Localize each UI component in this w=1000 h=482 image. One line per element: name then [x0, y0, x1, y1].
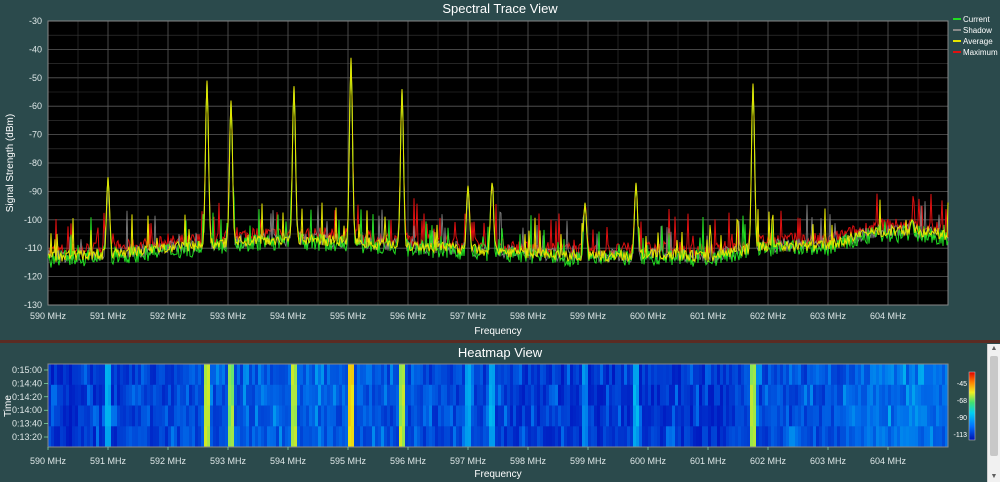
- time-tick-label: 0:15:00: [12, 365, 42, 375]
- scroll-up-icon[interactable]: ▲: [988, 344, 1000, 354]
- heatmap-scrollbar[interactable]: ▲ ▼: [987, 344, 1000, 482]
- heatmap-chart: 0:15:00 0:14:40 0:14:20 0:14:00 0:13:40 0:13:…: [3, 363, 976, 480]
- heatmap-y-axis-title: Time: [3, 395, 14, 417]
- heatmap-x-tick-label: 599 MHz: [570, 456, 607, 466]
- heatmap-x-tick-label: 603 MHz: [810, 456, 847, 466]
- scroll-down-icon[interactable]: ▼: [988, 472, 1000, 482]
- time-tick-label: 0:14:00: [12, 405, 42, 415]
- heatmap-x-tick-label: 590 MHz: [30, 456, 67, 466]
- color-scale-label: -45: [957, 381, 967, 388]
- heatmap-x-tick-label: 596 MHz: [390, 456, 427, 466]
- color-scale-label: -90: [957, 415, 967, 422]
- heatmap-x-tick-label: 602 MHz: [750, 456, 787, 466]
- color-scale-label: -68: [957, 398, 967, 405]
- scroll-thumb[interactable]: [990, 356, 998, 456]
- heatmap-x-tick-label: 595 MHz: [330, 456, 367, 466]
- heatmap-x-tick-label: 598 MHz: [510, 456, 547, 466]
- heatmap-x-tick-label: 597 MHz: [450, 456, 487, 466]
- time-tick-label: 0:13:20: [12, 432, 42, 442]
- heatmap-x-tick-label: 594 MHz: [270, 456, 307, 466]
- heatmap-x-tick-label: 593 MHz: [210, 456, 247, 466]
- time-tick-label: 0:13:40: [12, 419, 42, 429]
- heatmap-x-tick-label: 600 MHz: [630, 456, 667, 466]
- color-scale-bar: [968, 371, 976, 441]
- time-tick-label: 0:14:20: [12, 392, 42, 402]
- heatmap-x-tick-label: 592 MHz: [150, 456, 187, 466]
- heatmap-x-tick-label: 604 MHz: [870, 456, 907, 466]
- heatmap-x-tick-label: 591 MHz: [90, 456, 127, 466]
- time-tick-label: 0:14:40: [12, 378, 42, 388]
- heatmap-x-tick-label: 601 MHz: [690, 456, 727, 466]
- color-scale-label: -113: [954, 432, 968, 439]
- heatmap-x-axis-title: Frequency: [474, 469, 521, 480]
